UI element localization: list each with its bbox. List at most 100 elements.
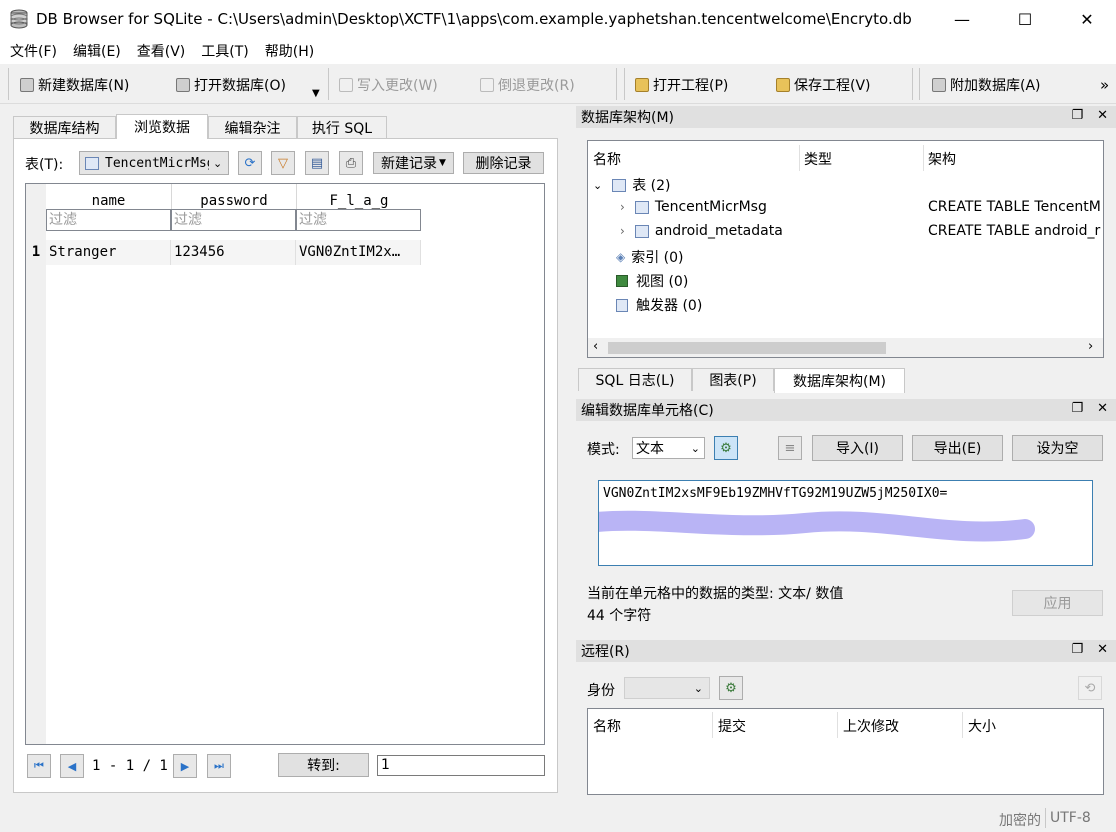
- table-schema: CREATE TABLE TencentM: [928, 199, 1101, 215]
- remote-header-last-modified[interactable]: 上次修改: [843, 716, 899, 736]
- identity-select[interactable]: ⌄: [624, 677, 710, 699]
- triggers-label: 触发器 (0): [636, 298, 703, 314]
- first-page-icon[interactable]: ⏮: [27, 754, 51, 778]
- last-page-icon[interactable]: ⏭: [207, 754, 231, 778]
- remote-header-commit[interactable]: 提交: [718, 716, 746, 736]
- table-icon: [634, 200, 649, 214]
- tree-node-table[interactable]: › android_metadata: [620, 223, 783, 239]
- close-icon[interactable]: ✕: [1097, 401, 1108, 416]
- delete-record-button[interactable]: 删除记录: [463, 152, 544, 174]
- cell-editor-value[interactable]: VGN0ZntIM2xsMF9Eb19ZMHVfTG92M19UZW5jM250…: [603, 486, 947, 501]
- edit-cell-panel-header: 编辑数据库单元格(C) ❐ ✕: [576, 399, 1116, 421]
- set-null-button[interactable]: 设为空: [1012, 435, 1103, 461]
- indexes-label: 索引 (0): [631, 250, 684, 266]
- minimize-button[interactable]: —: [939, 0, 985, 38]
- schema-tree: 名称 类型 架构 ⌄ 表 (2) › TencentMicrMsg CREATE…: [587, 140, 1104, 358]
- refresh-icon[interactable]: ⟳: [238, 151, 262, 175]
- horizontal-scrollbar[interactable]: ‹ ›: [588, 338, 1103, 357]
- column-header-name[interactable]: name: [46, 184, 171, 209]
- identity-label: 身份: [587, 683, 615, 699]
- close-icon[interactable]: ✕: [1097, 642, 1108, 657]
- save-project-button[interactable]: 保存工程(V): [776, 74, 871, 96]
- next-page-icon[interactable]: ▶: [173, 754, 197, 778]
- menu-edit[interactable]: 编辑(E): [65, 41, 129, 61]
- tab-sql-log[interactable]: SQL 日志(L): [578, 368, 692, 391]
- new-record-button[interactable]: 新建记录 ▼: [373, 152, 454, 174]
- table-name: android_metadata: [654, 223, 783, 239]
- export-button[interactable]: 导出(E): [912, 435, 1003, 461]
- open-database-label: 打开数据库(O): [194, 78, 286, 94]
- remote-refresh-icon[interactable]: ⟲: [1078, 676, 1102, 700]
- word-wrap-icon[interactable]: ≡: [778, 436, 802, 460]
- tree-node-views[interactable]: 视图 (0): [616, 271, 688, 291]
- maximize-button[interactable]: ☐: [1002, 0, 1048, 38]
- open-database-icon: [176, 78, 190, 92]
- write-changes-button[interactable]: 写入更改(W): [339, 74, 438, 96]
- new-database-button[interactable]: 新建数据库(N): [20, 74, 129, 96]
- close-icon[interactable]: ✕: [1097, 108, 1108, 123]
- attach-database-label: 附加数据库(A): [950, 78, 1041, 94]
- goto-input[interactable]: 1: [377, 755, 545, 776]
- tab-database-structure[interactable]: 数据库结构: [13, 116, 116, 139]
- cell-password[interactable]: 123456: [171, 240, 296, 265]
- header-divider: [923, 145, 924, 171]
- cell-name[interactable]: Stranger: [46, 240, 171, 265]
- save-project-icon: [776, 78, 790, 92]
- tab-edit-pragmas[interactable]: 编辑杂注: [208, 116, 297, 139]
- column-header-flag[interactable]: F_l_a_g: [296, 184, 421, 209]
- identity-settings-gear-icon[interactable]: ⚙: [719, 676, 743, 700]
- tab-execute-sql[interactable]: 执行 SQL: [297, 116, 387, 139]
- scroll-left-icon[interactable]: ‹: [593, 339, 598, 354]
- apply-button[interactable]: 应用: [1012, 590, 1103, 616]
- open-project-button[interactable]: 打开工程(P): [635, 74, 728, 96]
- header-divider: [837, 712, 838, 738]
- open-database-button[interactable]: 打开数据库(O): [176, 74, 286, 96]
- schema-header-schema[interactable]: 架构: [928, 149, 956, 169]
- remote-panel-title: 远程(R): [581, 644, 630, 660]
- tree-node-indexes[interactable]: ◈ 索引 (0): [616, 247, 684, 267]
- scrollbar-thumb[interactable]: [608, 342, 886, 354]
- schema-header-type[interactable]: 类型: [804, 149, 832, 169]
- tree-node-tables[interactable]: ⌄ 表 (2): [593, 175, 671, 195]
- attach-database-button[interactable]: 附加数据库(A): [932, 74, 1041, 96]
- filter-input-password[interactable]: 过滤: [171, 209, 296, 231]
- tab-browse-data[interactable]: 浏览数据: [116, 114, 208, 139]
- tab-plot[interactable]: 图表(P): [692, 368, 774, 391]
- menu-file[interactable]: 文件(F): [0, 41, 65, 61]
- revert-changes-button[interactable]: 倒退更改(R): [480, 74, 575, 96]
- filter-input-name[interactable]: 过滤: [46, 209, 171, 231]
- tab-db-schema[interactable]: 数据库架构(M): [774, 368, 905, 393]
- remote-header-name[interactable]: 名称: [593, 716, 621, 736]
- save-filter-icon[interactable]: ▤: [305, 151, 329, 175]
- menu-view[interactable]: 查看(V): [129, 41, 194, 61]
- filter-input-flag[interactable]: 过滤: [296, 209, 421, 231]
- clear-filters-icon[interactable]: ▽: [271, 151, 295, 175]
- float-icon[interactable]: ❐: [1071, 401, 1083, 416]
- cell-flag[interactable]: VGN0ZntIM2x…: [296, 240, 421, 265]
- close-button[interactable]: ✕: [1064, 0, 1110, 38]
- mode-select[interactable]: 文本 ⌄: [632, 437, 705, 459]
- cell-editor[interactable]: VGN0ZntIM2xsMF9Eb19ZMHVfTG92M19UZW5jM250…: [598, 480, 1093, 566]
- auto-format-gear-icon[interactable]: ⚙: [714, 436, 738, 460]
- toolbar-overflow-button[interactable]: »: [1100, 74, 1109, 96]
- open-database-dropdown-icon[interactable]: ▼: [312, 82, 320, 104]
- tree-node-table[interactable]: › TencentMicrMsg: [620, 199, 767, 215]
- remote-header-size[interactable]: 大小: [968, 716, 996, 736]
- tree-node-triggers[interactable]: 触发器 (0): [616, 295, 702, 315]
- previous-page-icon[interactable]: ◀: [60, 754, 84, 778]
- float-icon[interactable]: ❐: [1071, 108, 1083, 123]
- menu-tools[interactable]: 工具(T): [193, 41, 256, 61]
- window-title: DB Browser for SQLite - C:\Users\admin\D…: [36, 10, 912, 28]
- import-button[interactable]: 导入(I): [812, 435, 903, 461]
- row-number[interactable]: 1: [26, 240, 46, 265]
- schema-header-name[interactable]: 名称: [593, 149, 621, 169]
- column-header-password[interactable]: password: [171, 184, 296, 209]
- menu-help[interactable]: 帮助(H): [257, 41, 322, 61]
- scroll-right-icon[interactable]: ›: [1088, 339, 1093, 354]
- float-icon[interactable]: ❐: [1071, 642, 1083, 657]
- table-select[interactable]: TencentMicrMsg ⌄: [79, 151, 229, 175]
- goto-button[interactable]: 转到:: [278, 753, 369, 777]
- cell-type-info: 当前在单元格中的数据的类型: 文本/ 数值: [587, 586, 844, 602]
- print-icon[interactable]: ⎙: [339, 151, 363, 175]
- edit-cell-panel-title: 编辑数据库单元格(C): [581, 403, 714, 419]
